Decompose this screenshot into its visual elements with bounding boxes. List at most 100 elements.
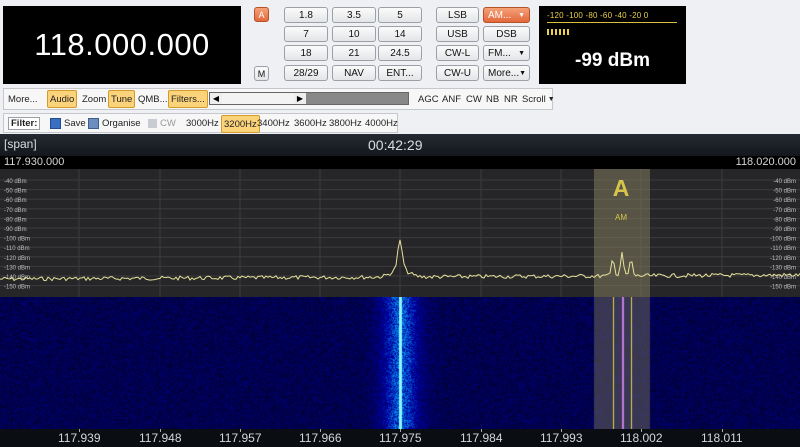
bandwidth-option[interactable]: 4000Hz <box>365 114 398 132</box>
usb-button[interactable]: USB <box>436 26 479 42</box>
dbm-label-right: -50 dBm <box>773 189 796 195</box>
cw-u-button[interactable]: CW-U <box>436 65 479 81</box>
bandwidth-option[interactable]: 3200Hz <box>221 115 260 133</box>
organise-icon <box>88 117 99 129</box>
scroll-right-icon[interactable]: ▶ <box>294 93 306 104</box>
dbm-label-left: -110 dBm <box>4 246 30 252</box>
more-modes-dropdown[interactable]: More... ▼ <box>483 65 530 81</box>
spectrum-display[interactable]: -40 dBm -40 dBm -50 dBm -50 dBm -60 dBm -60 d… <box>0 169 800 297</box>
signal-meter-scale: -120 -100 -80 -60 -40 -20 0 <box>547 11 649 20</box>
fm-mode-dropdown[interactable]: FM... ▼ <box>483 45 530 61</box>
cw-l-button[interactable]: CW-L <box>436 45 479 61</box>
dbm-label-left: -40 dBm <box>4 179 27 185</box>
band-button[interactable]: 1.8 <box>284 7 328 23</box>
dbm-label-left: -140 dBm <box>4 275 30 281</box>
scroll-left-icon[interactable]: ◀ <box>210 93 222 104</box>
qmb-button[interactable]: QMB... <box>138 89 168 109</box>
more-menu[interactable]: More... <box>8 89 38 109</box>
cw-filter-button[interactable]: CW <box>148 114 176 132</box>
fm-mode-label: FM... <box>488 47 511 59</box>
frequency-display[interactable]: 118.000.000 <box>3 6 241 84</box>
bandwidth-option[interactable]: 3800Hz <box>329 114 362 132</box>
cw-button[interactable]: CW <box>466 89 482 109</box>
frequency-tick-label: 118.011 <box>701 431 743 445</box>
signal-meter-ticks <box>547 22 677 27</box>
frequency-tick-mark <box>722 429 723 432</box>
band-button[interactable]: 18 <box>284 45 328 61</box>
dsb-button[interactable]: DSB <box>483 26 530 42</box>
waterfall-canvas <box>0 297 800 429</box>
tuning-scrollbar[interactable]: ◀ ▶ <box>209 92 409 105</box>
save-label: Save <box>64 117 86 129</box>
dbm-label-left: -100 dBm <box>4 237 30 243</box>
band-button[interactable]: 24.5 <box>378 45 422 61</box>
panadapter[interactable]: [span] 00:42:29 117.930.000 118.020.000 … <box>0 134 800 447</box>
frequency-tick-label: 118.002 <box>620 431 663 445</box>
memory-button[interactable]: M <box>254 66 269 81</box>
filter-mode-text: AM <box>615 213 627 222</box>
main-toolbar: More... Audio Zoom Tune QMB... Filters..… <box>3 88 555 110</box>
frequency-axis: 117.939 117.948 117.957 117.966 117.975 117.9… <box>0 429 800 447</box>
span-end-frequency: 118.020.000 <box>735 156 796 168</box>
zoom-button[interactable]: Zoom <box>82 89 106 109</box>
band-button[interactable]: 3.5 <box>332 7 376 23</box>
tune-button[interactable]: Tune <box>108 90 136 108</box>
dbm-label-right: -150 dBm <box>770 285 796 291</box>
nb-button[interactable]: NB <box>486 89 499 109</box>
scroll-label: Scroll <box>522 93 546 105</box>
frequency-tick-label: 117.957 <box>219 431 262 445</box>
frequency-tick-label: 117.993 <box>540 431 583 445</box>
am-mode-label: AM... <box>488 9 512 21</box>
filter-label: Filter: <box>8 116 41 130</box>
frequency-tick-mark <box>481 429 482 432</box>
audio-button[interactable]: Audio <box>47 90 78 108</box>
dbm-label-right: -60 dBm <box>773 198 796 204</box>
chevron-down-icon: ▼ <box>547 95 555 103</box>
anf-button[interactable]: ANF <box>442 89 461 109</box>
nr-button[interactable]: NR <box>504 89 518 109</box>
organise-label: Organise <box>102 117 141 129</box>
dbm-label-right: -70 dBm <box>773 208 796 214</box>
band-button[interactable]: ENT... <box>378 65 422 81</box>
save-filter-button[interactable]: Save <box>50 114 86 132</box>
lsb-button[interactable]: LSB <box>436 7 479 23</box>
agc-button[interactable]: AGC <box>418 89 439 109</box>
am-mode-dropdown[interactable]: AM... ▼ <box>483 7 530 23</box>
band-button[interactable]: 14 <box>378 26 422 42</box>
dbm-label-left: -150 dBm <box>4 285 30 291</box>
band-button[interactable]: 7 <box>284 26 328 42</box>
filters-button[interactable]: Filters... <box>168 90 208 108</box>
spectrum-plot: -40 dBm -40 dBm -50 dBm -50 dBm -60 dBm -60 d… <box>0 169 800 297</box>
band-button[interactable]: 28/29 <box>284 65 328 81</box>
band-button[interactable]: 5 <box>378 7 422 23</box>
bandwidth-option[interactable]: 3600Hz <box>294 114 327 132</box>
band-button[interactable]: 21 <box>332 45 376 61</box>
scroll-dropdown[interactable]: Scroll ▼ <box>522 89 555 109</box>
frequency-range-row: 117.930.000 118.020.000 <box>0 156 800 169</box>
dbm-label-left: -60 dBm <box>4 198 27 204</box>
frequency-tick-label: 117.966 <box>299 431 342 445</box>
dbm-label-left: -80 dBm <box>4 217 27 223</box>
dbm-label-left: -120 dBm <box>4 256 30 262</box>
scrollbar-thumb[interactable] <box>222 93 294 104</box>
span-label: [span] <box>4 137 37 151</box>
dbm-label-right: -80 dBm <box>773 217 796 223</box>
span-start-frequency: 117.930.000 <box>4 156 65 168</box>
dbm-label-right: -90 dBm <box>773 227 796 233</box>
bandwidth-option[interactable]: 3000Hz <box>186 114 219 132</box>
span-header: [span] 00:42:29 <box>0 134 800 156</box>
vfo-a-button[interactable]: A <box>254 7 269 22</box>
organise-button[interactable]: Organise <box>88 114 141 132</box>
bandwidth-option[interactable]: 3400Hz <box>257 114 290 132</box>
waterfall-display[interactable] <box>0 297 800 429</box>
frequency-tick-mark <box>641 429 642 432</box>
dbm-label-left: -130 dBm <box>4 265 30 271</box>
frequency-tick-mark <box>320 429 321 432</box>
band-button[interactable]: NAV <box>332 65 376 81</box>
frequency-tick-mark <box>561 429 562 432</box>
band-button[interactable]: 10 <box>332 26 376 42</box>
signal-meter: -120 -100 -80 -60 -40 -20 0 -99 dBm <box>539 6 686 84</box>
frequency-tick-mark <box>400 429 401 432</box>
dbm-label-right: -100 dBm <box>770 237 796 243</box>
frequency-tick-label: 117.975 <box>379 431 422 445</box>
